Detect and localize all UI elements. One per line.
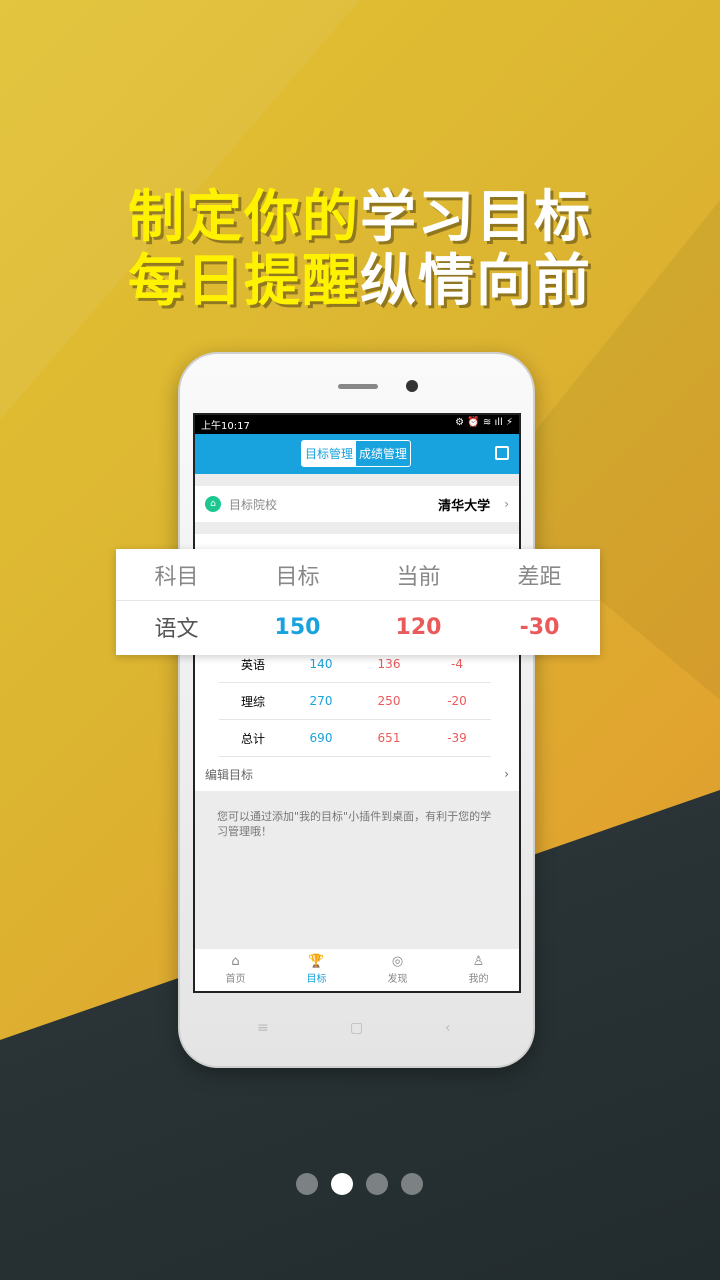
camera <box>406 380 418 392</box>
gap: -39 <box>447 731 467 745</box>
tab-label: 目标 <box>306 974 327 985</box>
card-row: 语文 150 120 -30 <box>116 601 600 653</box>
status-time: 上午10:17 <box>201 421 250 432</box>
header-gap: 差距 <box>517 564 562 590</box>
compass-icon: ◎ <box>391 954 404 969</box>
app-bar: 目标管理 成绩管理 <box>195 434 519 474</box>
page-indicator <box>296 1173 423 1195</box>
speaker <box>338 384 378 389</box>
tab-label: 首页 <box>225 974 246 985</box>
status-icons: ⚙ ⏰ ≋ ıll ⚡ <box>455 417 513 428</box>
subject: 语文 <box>154 617 199 642</box>
app-screen: 上午10:17 ⚙ ⏰ ≋ ıll ⚡ 目标管理 成绩管理 ⌂ 目标院校 清华大学… <box>193 413 521 993</box>
table-row: 总计 690 651 -39 <box>219 720 491 757</box>
current: 250 <box>377 694 401 708</box>
headline-line2: 每日提醒纵情向前 <box>0 236 720 317</box>
edit-goal-label: 编辑目标 <box>205 767 254 782</box>
current: 136 <box>377 657 401 671</box>
status-bar: 上午10:17 ⚙ ⏰ ≋ ıll ⚡ <box>195 415 519 434</box>
target-school-row[interactable]: ⌂ 目标院校 清华大学 › <box>195 486 519 522</box>
gap: -4 <box>451 657 463 671</box>
headline-text: 每日提醒 <box>128 249 360 314</box>
tab-home[interactable]: ⌂ 首页 <box>195 949 276 991</box>
chevron-right-icon: › <box>504 497 509 511</box>
tab-goal-management[interactable]: 目标管理 <box>302 441 357 466</box>
header-current: 当前 <box>396 564 441 590</box>
page-dot[interactable] <box>401 1173 423 1195</box>
subject: 理综 <box>240 694 265 709</box>
school-label: 目标院校 <box>229 497 278 512</box>
user-icon: ♙ <box>472 954 485 969</box>
tip-text: 您可以通过添加"我的目标"小插件到桌面，有利于您的学习管理哦！ <box>217 810 492 838</box>
segmented-control: 目标管理 成绩管理 <box>301 440 412 467</box>
current: 120 <box>395 614 442 640</box>
target: 270 <box>309 694 333 708</box>
trophy-icon: 🏆 <box>308 954 325 969</box>
bottom-tab-bar: ⌂ 首页 🏆 目标 ◎ 发现 ♙ 我的 <box>195 949 519 991</box>
home-icon: ⌂ <box>231 954 240 969</box>
target: 140 <box>309 657 333 671</box>
chevron-right-icon: › <box>504 767 509 781</box>
menu-icon[interactable]: ≡ <box>257 1020 269 1036</box>
edit-goal-button[interactable]: 编辑目标 › <box>195 757 519 791</box>
tab-me[interactable]: ♙ 我的 <box>438 949 519 991</box>
share-icon[interactable] <box>495 446 509 460</box>
school-icon: ⌂ <box>205 496 221 512</box>
home-icon[interactable]: ▢ <box>350 1020 363 1036</box>
current: 651 <box>377 731 401 745</box>
header-target: 目标 <box>275 564 320 590</box>
tab-label: 发现 <box>387 974 408 985</box>
page-dot-active[interactable] <box>331 1173 353 1195</box>
subject: 总计 <box>240 731 265 746</box>
page-dot[interactable] <box>366 1173 388 1195</box>
header-subject: 科目 <box>154 564 199 590</box>
tab-score-management[interactable]: 成绩管理 <box>356 441 410 466</box>
table-row: 理综 270 250 -20 <box>219 683 491 720</box>
tab-goal[interactable]: 🏆 目标 <box>276 949 357 991</box>
tab-label: 我的 <box>468 974 489 985</box>
gap: -20 <box>447 694 467 708</box>
subject: 英语 <box>240 657 265 672</box>
target: 690 <box>309 731 333 745</box>
headline-text: 纵情向前 <box>360 249 592 314</box>
highlight-card: 科目 目标 当前 差距 语文 150 120 -30 <box>116 549 600 655</box>
school-value: 清华大学 <box>438 498 491 514</box>
gap: -30 <box>519 614 560 640</box>
tab-discover[interactable]: ◎ 发现 <box>357 949 438 991</box>
target: 150 <box>274 614 321 640</box>
back-icon[interactable]: ‹ <box>445 1020 451 1036</box>
page-dot[interactable] <box>296 1173 318 1195</box>
card-header: 科目 目标 当前 差距 <box>116 549 600 601</box>
